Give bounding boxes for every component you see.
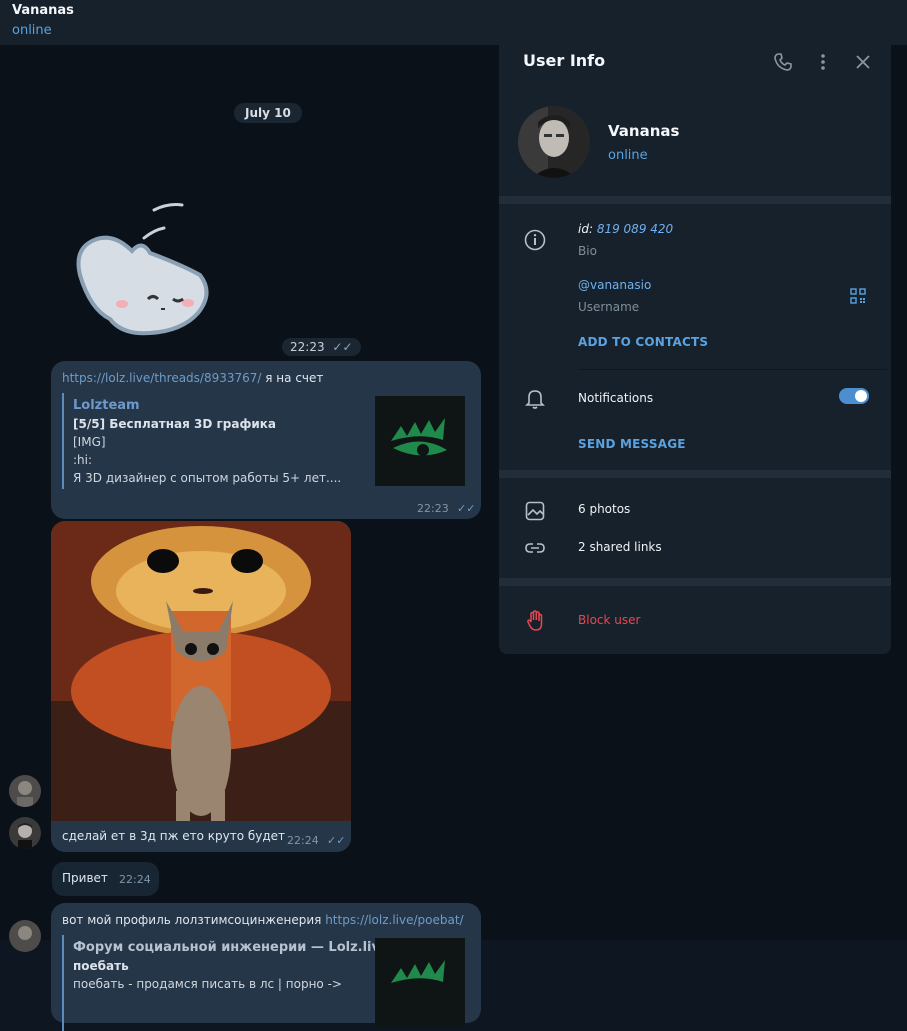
user-id-value[interactable]: 819 089 420 — [597, 222, 673, 236]
photo-message[interactable]: сделай ет в 3д пж ето круто будет 22:24 … — [51, 521, 351, 852]
chat-status: online — [12, 23, 52, 38]
message-bubble[interactable]: вот мой профиль лолзтимсоцинженерия http… — [51, 903, 481, 1031]
qr-code-icon[interactable] — [850, 288, 866, 304]
photo-icon — [525, 501, 545, 521]
sender-avatar[interactable] — [9, 920, 41, 952]
profile-name: Vananas — [608, 122, 680, 140]
message-bubble[interactable]: Привет 22:24 — [52, 862, 159, 896]
username-label: Username — [578, 300, 640, 314]
user-id-label: id: — [578, 222, 593, 236]
preview-title: поебать — [73, 959, 129, 973]
preview-thumbnail — [375, 396, 465, 486]
chat-title[interactable]: Vananas — [12, 3, 74, 18]
preview-site-name: Форум социальной инженерии — Lolz.live..… — [73, 940, 404, 955]
contact-avatar[interactable] — [9, 817, 41, 849]
sticker-image[interactable] — [70, 195, 220, 345]
photo-caption: сделай ет в 3д пж ето круто будет — [62, 829, 286, 843]
read-check-icon: ✓✓ — [332, 340, 353, 354]
user-info-panel: User Info Vananas online id: 819 089 420… — [499, 33, 891, 654]
row-divider — [578, 369, 887, 370]
message-time: 22:24 — [287, 834, 319, 847]
profile-status: online — [608, 148, 648, 163]
hand-stop-icon — [527, 610, 543, 631]
close-icon[interactable] — [853, 52, 873, 72]
message-body: вот мой профиль лолзтимсоцинженерия — [62, 913, 326, 927]
profile-avatar[interactable] — [518, 106, 590, 178]
read-check-icon: ✓✓ — [327, 834, 346, 847]
read-check-icon: ✓✓ — [457, 502, 476, 515]
link-icon — [525, 543, 545, 553]
link-preview[interactable]: Lolzteam [5/5] Бесплатная 3D графика [IM… — [62, 393, 472, 489]
send-message-button[interactable]: SEND MESSAGE — [578, 437, 686, 451]
preview-line: :hi: — [73, 453, 93, 467]
phone-icon[interactable] — [773, 52, 793, 72]
bio-label: Bio — [578, 244, 597, 258]
preview-line: Я 3D дизайнер с опытом работы 5+ лет.... — [73, 471, 342, 485]
message-bubble[interactable]: https://lolz.live/threads/8933767/ я на … — [51, 361, 481, 519]
section-divider — [499, 196, 891, 204]
message-body: я на счет — [261, 371, 324, 385]
meme-photo[interactable] — [51, 521, 351, 821]
panel-title: User Info — [523, 51, 606, 70]
message-time: 22:23 — [290, 340, 325, 354]
preview-line: [IMG] — [73, 435, 106, 449]
sender-avatar[interactable] — [9, 775, 41, 807]
sticker-timestamp: 22:23 ✓✓ — [282, 338, 361, 356]
add-to-contacts-button[interactable]: ADD TO CONTACTS — [578, 335, 708, 349]
info-icon — [524, 229, 546, 251]
notifications-toggle[interactable] — [839, 388, 869, 404]
toggle-knob — [855, 390, 867, 402]
more-vertical-icon[interactable] — [813, 52, 833, 72]
message-link[interactable]: https://lolz.live/poebat/ — [325, 913, 463, 927]
preview-site-name: Lolzteam — [73, 398, 140, 413]
preview-thumbnail — [375, 938, 465, 1028]
message-text: https://lolz.live/threads/8933767/ я на … — [62, 371, 323, 385]
user-id[interactable]: id: 819 089 420 — [578, 222, 673, 236]
notifications-label: Notifications — [578, 391, 654, 405]
message-text: вот мой профиль лолзтимсоцинженерия http… — [62, 913, 464, 927]
message-time: 22:24 — [119, 873, 151, 886]
section-divider — [499, 578, 891, 586]
section-divider — [499, 470, 891, 478]
preview-line: поебать - продамся писать в лс | порно -… — [73, 977, 342, 991]
shared-links-item[interactable]: 2 shared links — [578, 540, 662, 554]
preview-title: [5/5] Бесплатная 3D графика — [73, 417, 277, 431]
message-time: 22:23 — [417, 502, 449, 515]
date-separator: July 10 — [234, 103, 302, 123]
message-text: Привет — [62, 871, 108, 885]
block-user-button[interactable]: Block user — [578, 613, 640, 627]
message-link[interactable]: https://lolz.live/threads/8933767/ — [62, 371, 261, 385]
photos-item[interactable]: 6 photos — [578, 502, 630, 516]
link-preview[interactable]: Форум социальной инженерии — Lolz.live..… — [62, 935, 472, 1031]
bell-icon — [525, 390, 545, 409]
username-value[interactable]: @vananasio — [578, 278, 651, 292]
